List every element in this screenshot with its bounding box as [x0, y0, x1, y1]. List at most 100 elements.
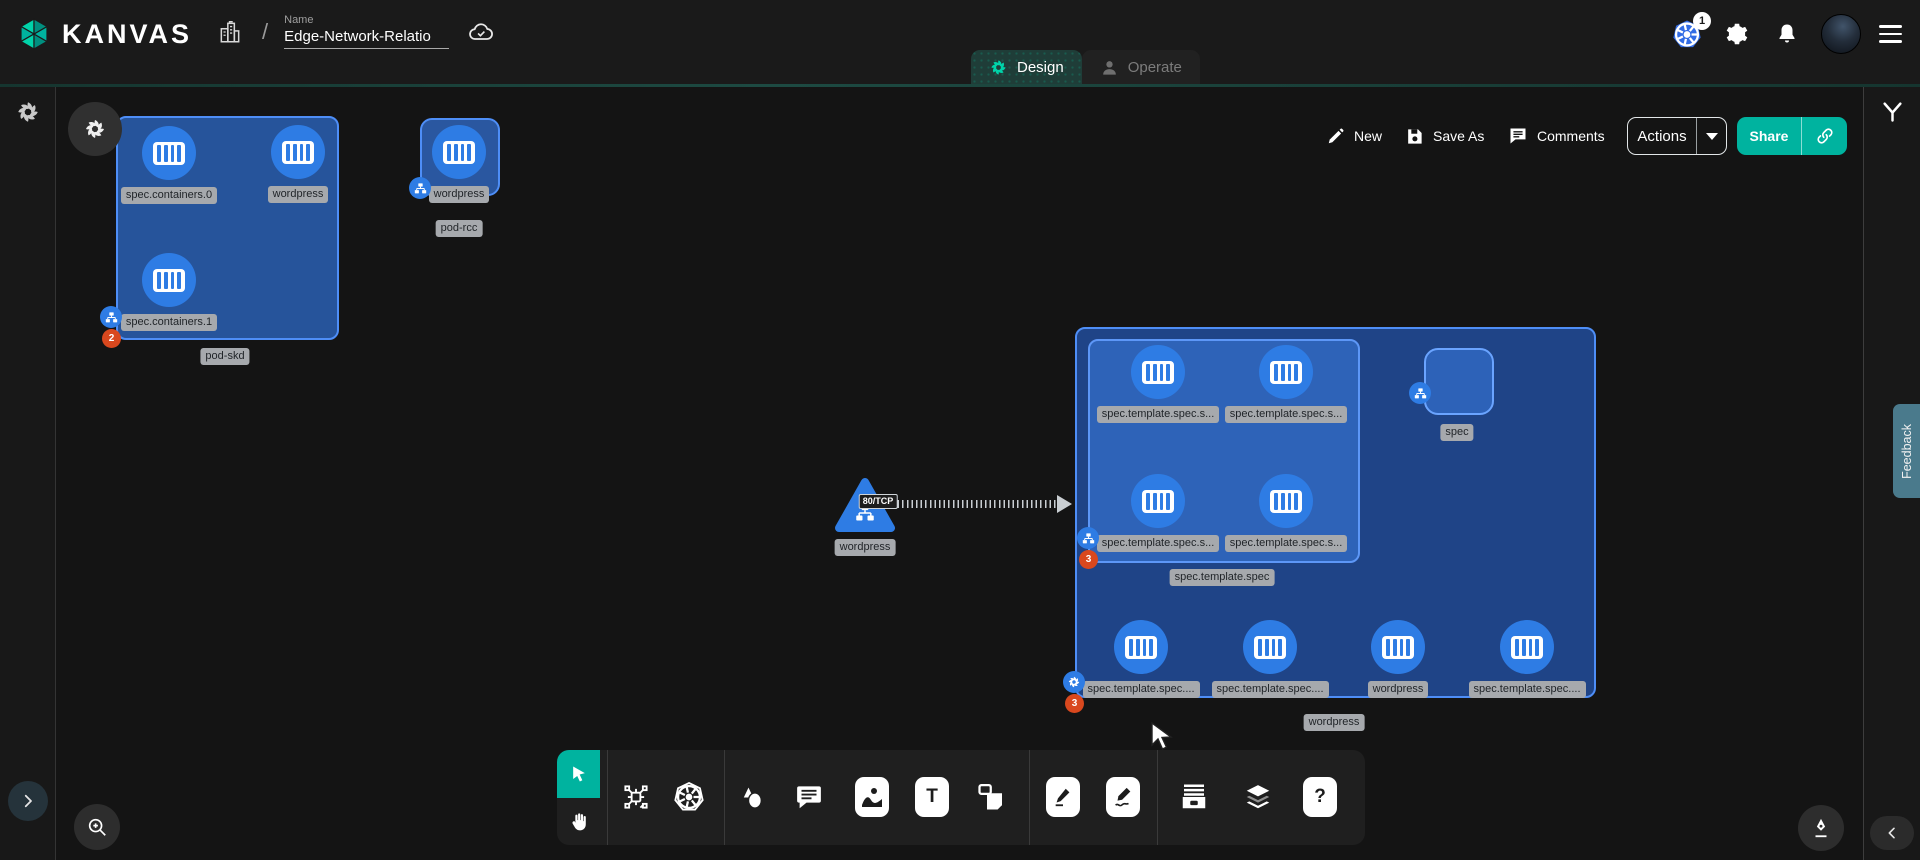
actions-dropdown-toggle[interactable]	[1697, 133, 1726, 140]
note-tool[interactable]	[977, 782, 1007, 812]
component-library-tool[interactable]	[621, 782, 651, 812]
menu-hamburger-icon[interactable]	[1879, 25, 1902, 43]
design-name-label: Name	[284, 14, 449, 26]
relationship-badge[interactable]	[100, 306, 122, 328]
cursor-arrow-icon	[569, 764, 589, 784]
container-icon	[1114, 620, 1168, 674]
meshery-badge[interactable]	[1063, 671, 1085, 693]
node-spec[interactable]	[1424, 348, 1494, 415]
select-tool[interactable]	[557, 750, 600, 798]
container-icon	[1131, 345, 1185, 399]
container-icon	[1259, 345, 1313, 399]
container-node[interactable]: spec.template.spec....	[1452, 620, 1602, 698]
header: KANVAS / Name	[0, 0, 1920, 84]
chevron-down-icon	[1706, 133, 1718, 140]
image-tool[interactable]	[855, 777, 889, 817]
user-avatar[interactable]	[1821, 14, 1861, 54]
shapes-tool[interactable]	[738, 783, 766, 811]
save-as-button[interactable]: Save As	[1405, 117, 1484, 155]
settings-gear-icon[interactable]	[1721, 18, 1753, 50]
container-node[interactable]: spec.template.spec.s...	[1211, 345, 1361, 423]
share-button-label: Share	[1737, 128, 1801, 144]
help-tool[interactable]: ?	[1303, 777, 1337, 817]
cloud-saved-icon	[465, 16, 497, 48]
node-label: spec.containers.1	[121, 314, 217, 331]
feedback-label: Feedback	[1900, 424, 1914, 479]
kubernetes-context-count: 1	[1693, 12, 1711, 30]
node-label: spec.template.spec.s...	[1097, 406, 1220, 423]
relationship-badge[interactable]	[1409, 382, 1431, 404]
feedback-tab[interactable]: Feedback	[1893, 404, 1920, 498]
text-icon: T	[915, 777, 949, 817]
copy-link-button[interactable]	[1802, 126, 1847, 146]
toolbar-divider	[724, 750, 725, 845]
drawer-icon	[1179, 782, 1209, 812]
pen-icon	[1046, 777, 1080, 817]
edge-service-to-deployment[interactable]	[893, 500, 1063, 508]
breadcrumb: / Name	[214, 14, 497, 49]
organization-icon[interactable]	[214, 16, 246, 48]
layers-tool[interactable]	[1243, 782, 1273, 812]
new-button-label: New	[1354, 128, 1382, 144]
text-tool[interactable]: T	[915, 777, 949, 817]
bottom-toolbar: T	[557, 750, 1365, 845]
notification-count-badge[interactable]: 2	[102, 329, 121, 348]
design-name-input[interactable]	[284, 28, 449, 49]
node-label-spec: spec	[1440, 424, 1473, 441]
hierarchy-y-icon[interactable]	[1879, 98, 1906, 125]
node-label: spec.template.spec.s...	[1225, 406, 1348, 423]
comment-tool[interactable]	[794, 782, 824, 812]
toolbar-divider	[1029, 750, 1030, 845]
pencil-scribble-icon	[1106, 777, 1140, 817]
design-name-block: Name	[284, 14, 449, 49]
kubernetes-context-icon[interactable]: 1	[1671, 18, 1703, 50]
mouse-cursor-icon	[1150, 722, 1176, 752]
mode-tabs: Design Operate	[971, 50, 1200, 84]
expand-left-panel-button[interactable]	[8, 781, 48, 821]
container-node[interactable]: spec.containers.0	[94, 126, 244, 204]
service-label: wordpress	[835, 539, 896, 556]
tab-operate[interactable]: Operate	[1082, 50, 1200, 84]
drawer-tool[interactable]	[1179, 782, 1209, 812]
freehand-tool[interactable]	[1106, 777, 1140, 817]
notification-count-badge[interactable]: 3	[1079, 550, 1098, 569]
collapse-right-panel-button[interactable]	[1870, 816, 1914, 850]
container-icon	[271, 125, 325, 179]
header-divider	[0, 84, 1920, 87]
question-icon: ?	[1303, 777, 1337, 817]
pen-tool[interactable]	[1046, 777, 1080, 817]
comment-bubble-icon	[794, 782, 824, 812]
kubernetes-helm-icon	[673, 781, 705, 813]
relationship-badge[interactable]	[1077, 527, 1099, 549]
container-node[interactable]: spec.template.spec....	[1066, 620, 1216, 698]
notification-count-badge[interactable]: 3	[1065, 694, 1084, 713]
tab-design[interactable]: Design	[971, 50, 1082, 84]
comment-icon	[1508, 126, 1528, 146]
zoom-button[interactable]	[74, 804, 120, 850]
design-spiral-icon	[989, 58, 1008, 77]
circuit-icon	[621, 782, 651, 812]
kubernetes-tool[interactable]	[673, 781, 705, 813]
relationship-badge[interactable]	[409, 177, 431, 199]
notifications-bell-icon[interactable]	[1771, 18, 1803, 50]
actions-button[interactable]: Actions	[1627, 117, 1727, 155]
share-button[interactable]: Share	[1737, 117, 1847, 155]
left-rail	[0, 87, 56, 860]
toolbar-divider	[1157, 750, 1158, 845]
container-node[interactable]: spec.template.spec.s...	[1211, 474, 1361, 552]
brand[interactable]: KANVAS	[16, 16, 192, 52]
node-label: wordpress	[1368, 681, 1429, 698]
group-label-pod-rcc: pod-rcc	[436, 220, 483, 237]
design-annotation-button[interactable]	[1798, 805, 1844, 851]
container-node[interactable]: wordpress	[1323, 620, 1473, 698]
comments-button[interactable]: Comments	[1508, 117, 1605, 155]
container-node[interactable]: wordpress	[384, 125, 534, 203]
save-icon	[1405, 127, 1424, 146]
pan-tool[interactable]	[560, 802, 598, 842]
group-label-pod-skd: pod-skd	[200, 348, 249, 365]
new-button[interactable]: New	[1326, 117, 1382, 155]
meshery-spiral-icon[interactable]	[15, 99, 41, 125]
layers-icon	[1243, 782, 1273, 812]
kanvas-app: KANVAS / Name	[0, 0, 1920, 860]
container-node[interactable]: wordpress	[223, 125, 373, 203]
